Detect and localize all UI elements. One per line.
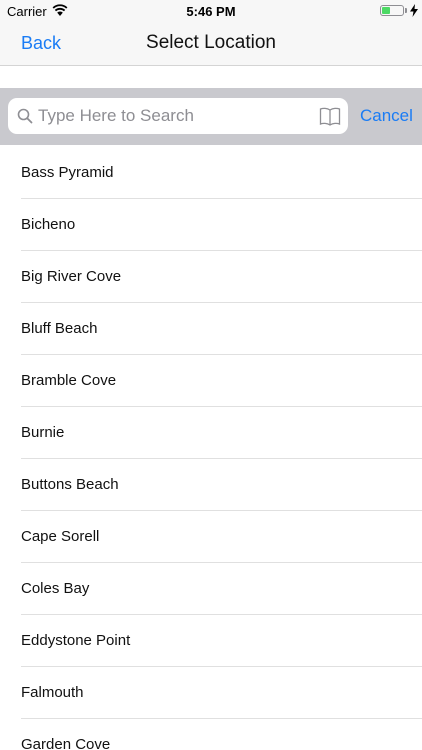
list-item[interactable]: Bicheno: [0, 199, 422, 251]
list-item[interactable]: Eddystone Point: [0, 615, 422, 667]
list-item-label: Bicheno: [21, 216, 76, 233]
search-bar: Cancel: [0, 88, 422, 145]
list-item-label: Buttons Beach: [21, 476, 119, 493]
cancel-button[interactable]: Cancel: [360, 106, 413, 126]
list-item[interactable]: Falmouth: [0, 667, 422, 719]
search-field[interactable]: [8, 98, 348, 134]
location-list: Bass Pyramid Bicheno Big River Cove Bluf…: [0, 147, 422, 750]
book-icon[interactable]: [319, 106, 341, 126]
list-item-label: Bramble Cove: [21, 372, 117, 389]
list-item-label: Garden Cove: [21, 736, 111, 750]
charging-bolt-icon: [410, 4, 418, 17]
list-item-label: Bass Pyramid: [21, 164, 114, 181]
list-item-label: Falmouth: [21, 684, 84, 701]
clock: 5:46 PM: [186, 4, 236, 19]
battery-level: [382, 7, 390, 14]
list-item[interactable]: Coles Bay: [0, 563, 422, 615]
search-input[interactable]: [38, 98, 318, 134]
navigation-bar: Back Select Location: [0, 22, 422, 66]
page-title: Select Location: [146, 32, 276, 53]
list-item-label: Big River Cove: [21, 268, 122, 285]
list-item[interactable]: Burnie: [0, 407, 422, 459]
battery-icon: [380, 5, 404, 16]
search-icon: [17, 108, 33, 124]
list-item-label: Burnie: [21, 424, 65, 441]
list-item[interactable]: Garden Cove: [0, 719, 422, 750]
list-item-label: Bluff Beach: [21, 320, 98, 337]
list-item[interactable]: Buttons Beach: [0, 459, 422, 511]
list-item-label: Cape Sorell: [21, 528, 100, 545]
list-item-label: Coles Bay: [21, 580, 90, 597]
list-item[interactable]: Bramble Cove: [0, 355, 422, 407]
list-item[interactable]: Bass Pyramid: [0, 147, 422, 199]
list-item[interactable]: Big River Cove: [0, 251, 422, 303]
header-spacer: [0, 67, 422, 88]
battery-cap: [405, 8, 407, 13]
list-item[interactable]: Cape Sorell: [0, 511, 422, 563]
list-item-label: Eddystone Point: [21, 632, 131, 649]
list-item[interactable]: Bluff Beach: [0, 303, 422, 355]
status-bar: Carrier 5:46 PM: [0, 0, 422, 22]
